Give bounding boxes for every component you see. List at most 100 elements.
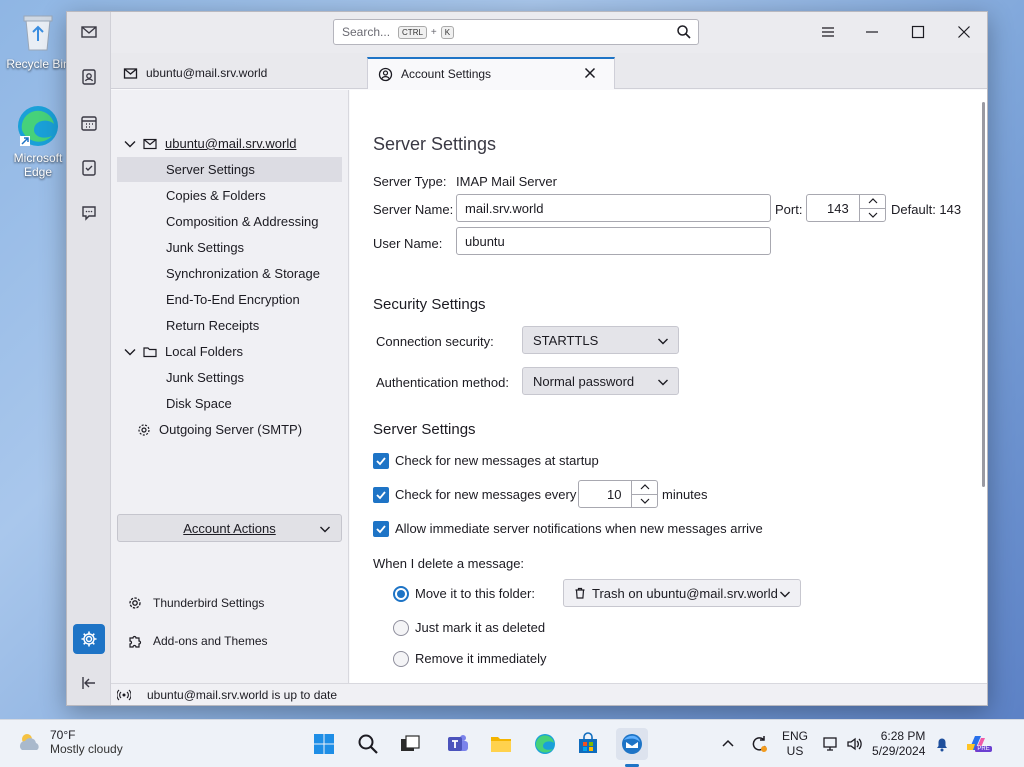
outgoing-server-icon [138, 423, 150, 436]
search-icon [358, 734, 378, 754]
tree-item-local-junk[interactable]: Junk Settings [117, 365, 342, 390]
move-to-folder-label[interactable]: Move it to this folder: [415, 586, 535, 601]
gear-icon [129, 597, 141, 609]
hamburger-icon [822, 27, 834, 37]
search-icon[interactable] [676, 24, 692, 40]
tab-mail-account[interactable]: ubuntu@mail.srv.world [113, 57, 363, 89]
desktop-icon-edge[interactable]: Microsoft Edge [3, 104, 73, 179]
copilot-button[interactable]: PRE [965, 732, 992, 756]
close-tab-icon[interactable] [584, 67, 596, 79]
teams-button[interactable] [442, 728, 474, 760]
server-type-value: IMAP Mail Server [456, 174, 557, 189]
check-every-label[interactable]: Check for new messages every [395, 487, 576, 502]
trash-folder-select[interactable]: Trash on ubuntu@mail.srv.world [563, 579, 801, 607]
notification-bell-icon[interactable] [933, 735, 951, 753]
folder-icon [143, 346, 157, 357]
check-startup-label[interactable]: Check for new messages at startup [395, 453, 599, 468]
chevron-down-icon [780, 591, 790, 598]
interval-decrement-button[interactable] [632, 493, 657, 508]
allow-notifications-checkbox[interactable] [373, 521, 389, 537]
search-input[interactable]: Search... CTRL + K [333, 19, 699, 45]
authentication-method-select[interactable]: Normal password [522, 367, 679, 395]
mark-deleted-label[interactable]: Just mark it as deleted [415, 620, 545, 635]
connection-security-select[interactable]: STARTTLS [522, 326, 679, 354]
app-menu-button[interactable] [805, 12, 851, 52]
chat-space-button[interactable] [73, 198, 105, 228]
start-button[interactable] [308, 728, 340, 760]
minimize-button[interactable] [849, 12, 895, 52]
copilot-pre-badge: PRE [975, 746, 992, 752]
move-to-folder-radio[interactable] [393, 586, 409, 602]
check-every-checkbox[interactable] [373, 487, 389, 503]
tree-item-return-receipts[interactable]: Return Receipts [117, 313, 342, 338]
address-book-space-button[interactable] [73, 62, 105, 92]
chevron-down-icon[interactable] [123, 345, 137, 359]
calendar-space-button[interactable] [73, 108, 105, 138]
settings-space-button[interactable] [73, 624, 105, 654]
port-stepper[interactable]: 143 [806, 194, 886, 222]
port-decrement-button[interactable] [860, 207, 885, 222]
weather-widget[interactable]: 70°F Mostly cloudy [16, 728, 123, 756]
tree-local-folders[interactable]: Local Folders [117, 339, 342, 364]
remove-immediately-label[interactable]: Remove it immediately [415, 651, 547, 666]
spaces-toolbar [67, 12, 111, 705]
weather-temp: 70°F [50, 728, 76, 742]
maximize-button[interactable] [895, 12, 941, 52]
addons-themes-link[interactable]: Add-ons and Themes [127, 630, 268, 652]
weather-condition: Mostly cloudy [50, 742, 123, 756]
remove-immediately-radio[interactable] [393, 651, 409, 667]
close-window-button[interactable] [941, 12, 987, 52]
allow-notifications-label[interactable]: Allow immediate server notifications whe… [395, 521, 763, 536]
check-interval-stepper[interactable]: 10 [578, 480, 658, 508]
mark-deleted-radio[interactable] [393, 620, 409, 636]
interval-increment-button[interactable] [632, 481, 657, 494]
chevron-down-icon [658, 338, 668, 345]
clock[interactable]: 6:28 PM 5/29/2024 [872, 729, 925, 759]
tree-item-composition[interactable]: Composition & Addressing [117, 209, 342, 234]
tab-account-settings[interactable]: Account Settings [367, 57, 615, 89]
checkmark-icon [376, 525, 386, 534]
update-icon[interactable] [750, 735, 768, 753]
tree-outgoing-server[interactable]: Outgoing Server (SMTP) [117, 417, 342, 442]
port-increment-button[interactable] [860, 195, 885, 208]
trash-icon [575, 587, 585, 599]
port-spinner [859, 195, 885, 221]
edge-taskbar-button[interactable] [529, 728, 561, 760]
close-icon [958, 26, 970, 38]
tab-bar: ubuntu@mail.srv.world Account Settings [111, 53, 987, 89]
desktop-icon-recycle-bin[interactable]: Recycle Bin [3, 10, 73, 71]
thunderbird-settings-link[interactable]: Thunderbird Settings [127, 592, 264, 614]
volume-icon[interactable] [846, 735, 864, 753]
status-text: ubuntu@mail.srv.world is up to date [147, 687, 338, 702]
tree-item-synchronization[interactable]: Synchronization & Storage [117, 261, 342, 286]
tree-account[interactable]: ubuntu@mail.srv.world [117, 131, 342, 156]
tree-item-junk-settings[interactable]: Junk Settings [117, 235, 342, 260]
teams-icon [448, 735, 468, 751]
server-name-field[interactable]: mail.srv.world [456, 194, 771, 222]
chevron-down-icon[interactable] [123, 137, 137, 151]
tree-item-server-settings[interactable]: Server Settings [117, 157, 342, 182]
check-startup-checkbox[interactable] [373, 453, 389, 469]
chevron-up-icon[interactable] [720, 736, 736, 752]
user-name-field[interactable]: ubuntu [456, 227, 771, 255]
collapse-spaces-button[interactable] [73, 668, 105, 698]
account-actions-label: Account Actions [183, 520, 276, 536]
chevron-up-icon [868, 198, 877, 204]
language-indicator[interactable]: ENG US [782, 729, 808, 759]
tree-item-copies-folders[interactable]: Copies & Folders [117, 183, 342, 208]
tasks-space-button[interactable] [73, 153, 105, 183]
checkmark-icon [376, 457, 386, 466]
account-actions-button[interactable]: Account Actions [117, 514, 342, 542]
online-status-icon[interactable] [117, 688, 131, 702]
tree-item-disk-space[interactable]: Disk Space [117, 391, 342, 416]
tree-item-encryption[interactable]: End-To-End Encryption [117, 287, 342, 312]
network-icon[interactable] [822, 735, 840, 753]
store-button[interactable] [572, 728, 604, 760]
file-explorer-button[interactable] [485, 728, 517, 760]
minimize-icon [866, 31, 878, 33]
mail-space-button[interactable] [73, 17, 105, 47]
thunderbird-taskbar-button[interactable] [616, 728, 648, 760]
vertical-scrollbar[interactable] [982, 102, 985, 487]
task-view-button[interactable] [394, 728, 426, 760]
search-taskbar-button[interactable] [352, 728, 384, 760]
